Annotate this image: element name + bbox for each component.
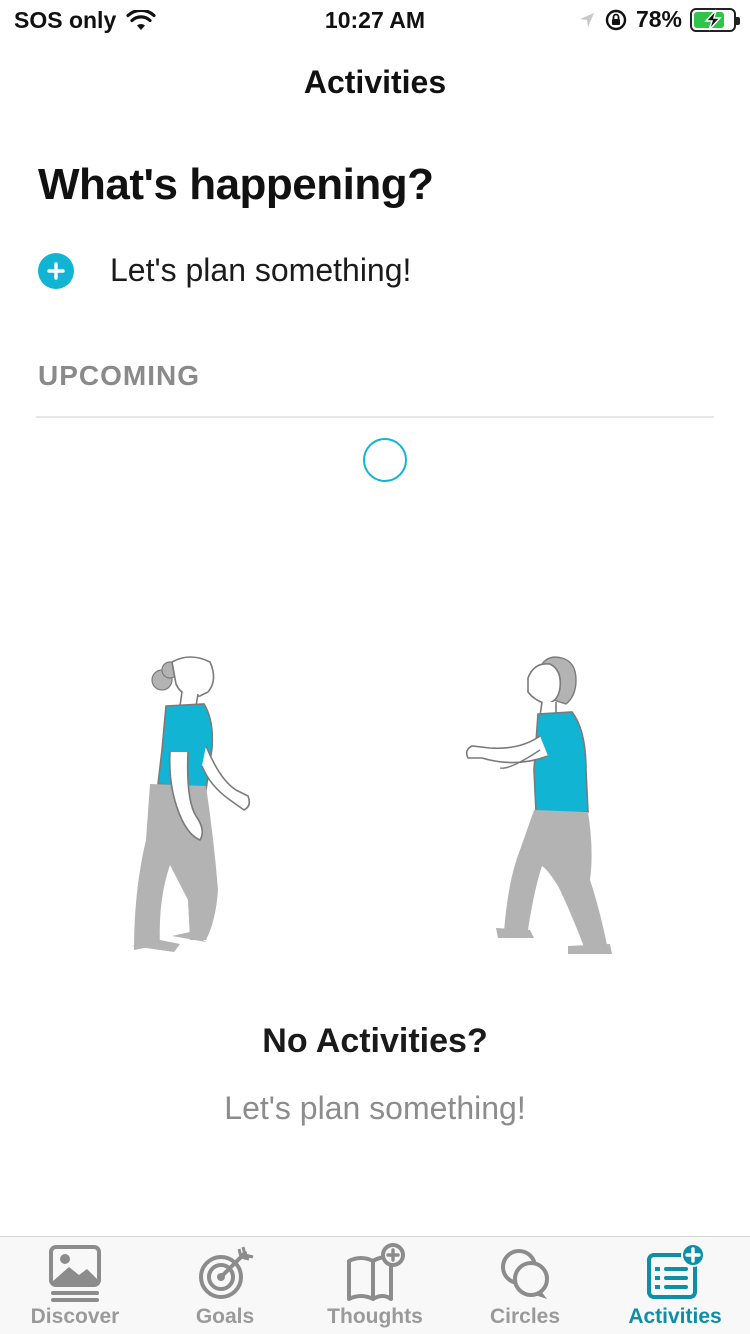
battery-icon — [690, 7, 740, 32]
image-icon — [49, 1245, 101, 1302]
plan-something-label: Let's plan something! — [110, 252, 412, 288]
location-arrow-icon — [579, 12, 594, 27]
tab-goals[interactable]: Goals — [150, 1237, 300, 1334]
tab-discover[interactable]: Discover — [0, 1237, 150, 1334]
activities-list-icon — [647, 1243, 705, 1299]
page-heading: What's happening? — [38, 160, 434, 209]
tab-circles[interactable]: Circles — [450, 1237, 600, 1334]
tab-label-circles: Circles — [489, 1305, 561, 1328]
empty-state-illustration — [132, 656, 612, 954]
target-icon — [199, 1246, 254, 1299]
battery-percent: 78% — [635, 6, 682, 32]
tab-label-goals: Goals — [195, 1305, 255, 1328]
tab-activities[interactable]: Activities — [600, 1237, 750, 1334]
orientation-lock-icon — [605, 9, 627, 30]
book-plus-icon — [347, 1243, 405, 1301]
section-divider — [36, 416, 714, 418]
add-circle-icon — [38, 252, 74, 289]
man-figure — [465, 656, 612, 954]
woman-figure — [132, 656, 251, 952]
nav-title: Activities — [303, 64, 447, 100]
tab-bar: Discover Goals Thoughts Circles Activiti… — [0, 1236, 750, 1334]
empty-state-title: No Activities? — [262, 1022, 488, 1060]
tab-label-discover: Discover — [30, 1305, 120, 1328]
empty-state-subtitle[interactable]: Let's plan something! — [0, 1090, 750, 1127]
tab-label-activities: Activities — [628, 1305, 722, 1328]
loading-spinner — [363, 438, 407, 482]
tab-label-thoughts: Thoughts — [327, 1305, 423, 1328]
status-right: 78% — [578, 6, 740, 33]
status-bar: SOS only 10:27 AM 78% — [0, 0, 750, 44]
upcoming-section-label: UPCOMING — [38, 360, 200, 391]
chat-bubbles-icon — [501, 1249, 549, 1299]
tab-thoughts[interactable]: Thoughts — [300, 1237, 450, 1334]
plan-something-button[interactable]: Let's plan something! — [38, 252, 411, 289]
charging-bolt-icon — [704, 8, 722, 31]
